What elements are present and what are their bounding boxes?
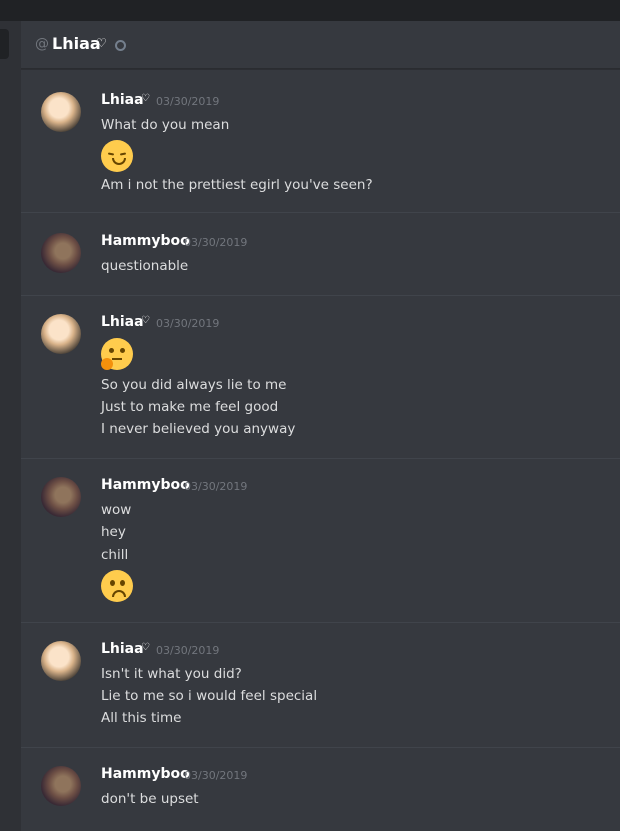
sidebar-search-box[interactable] <box>0 29 9 59</box>
message-line: wow <box>101 502 132 518</box>
message-line: questionable <box>101 258 189 274</box>
message-author[interactable]: Lhiaa <box>101 314 144 330</box>
lhiaa-avatar[interactable] <box>41 314 81 354</box>
message-line: hey <box>101 524 126 540</box>
message-divider <box>21 212 620 213</box>
message-line: Just to make me feel good <box>101 399 279 415</box>
message-line: What do you mean <box>101 117 230 133</box>
relieved-face-emoji <box>101 140 133 172</box>
message-line: So you did always lie to me <box>101 377 287 393</box>
message-timestamp: 03/30/2019 <box>156 317 220 330</box>
hammyboo-avatar[interactable] <box>41 766 81 806</box>
heart-icon: ♡ <box>96 36 107 50</box>
message-timestamp: 03/30/2019 <box>184 236 248 249</box>
message-divider <box>21 747 620 748</box>
lhiaa-avatar[interactable] <box>41 92 81 132</box>
hammyboo-avatar[interactable] <box>41 477 81 517</box>
thinking-face-emoji <box>101 338 133 370</box>
message-line: Isn't it what you did? <box>101 666 242 682</box>
message-line: Lie to me so i would feel special <box>101 688 318 704</box>
status-offline-icon <box>115 40 126 51</box>
heart-icon: ♡ <box>141 93 150 104</box>
message-divider <box>21 295 620 296</box>
heart-icon: ♡ <box>141 315 150 326</box>
window-titlebar <box>0 0 620 21</box>
message-divider <box>21 458 620 459</box>
dm-header: @ Lhiaa ♡ <box>21 21 620 69</box>
at-icon: @ <box>35 36 49 52</box>
message-line: I never believed you anyway <box>101 421 296 437</box>
message-line: Am i not the prettiest egirl you've seen… <box>101 177 373 193</box>
message-timestamp: 03/30/2019 <box>156 95 220 108</box>
channel-sidebar-edge <box>0 21 21 831</box>
message-author[interactable]: Hammyboo <box>101 766 190 782</box>
frowning-face-emoji <box>101 570 133 602</box>
message-timestamp: 03/30/2019 <box>184 480 248 493</box>
message-list: Lhiaa ♡ 03/30/2019 What do you mean Am i… <box>21 69 620 831</box>
message-line: chill <box>101 547 129 563</box>
message-author[interactable]: Hammyboo <box>101 477 190 493</box>
hammyboo-avatar[interactable] <box>41 233 81 273</box>
message-divider <box>21 622 620 623</box>
message-line: All this time <box>101 710 182 726</box>
message-author[interactable]: Lhiaa <box>101 92 144 108</box>
message-timestamp: 03/30/2019 <box>156 644 220 657</box>
lhiaa-avatar[interactable] <box>41 641 81 681</box>
message-line: don't be upset <box>101 791 199 807</box>
message-timestamp: 03/30/2019 <box>184 769 248 782</box>
dm-recipient-name[interactable]: Lhiaa <box>52 34 101 53</box>
heart-icon: ♡ <box>141 642 150 653</box>
message-author[interactable]: Hammyboo <box>101 233 190 249</box>
message-author[interactable]: Lhiaa <box>101 641 144 657</box>
